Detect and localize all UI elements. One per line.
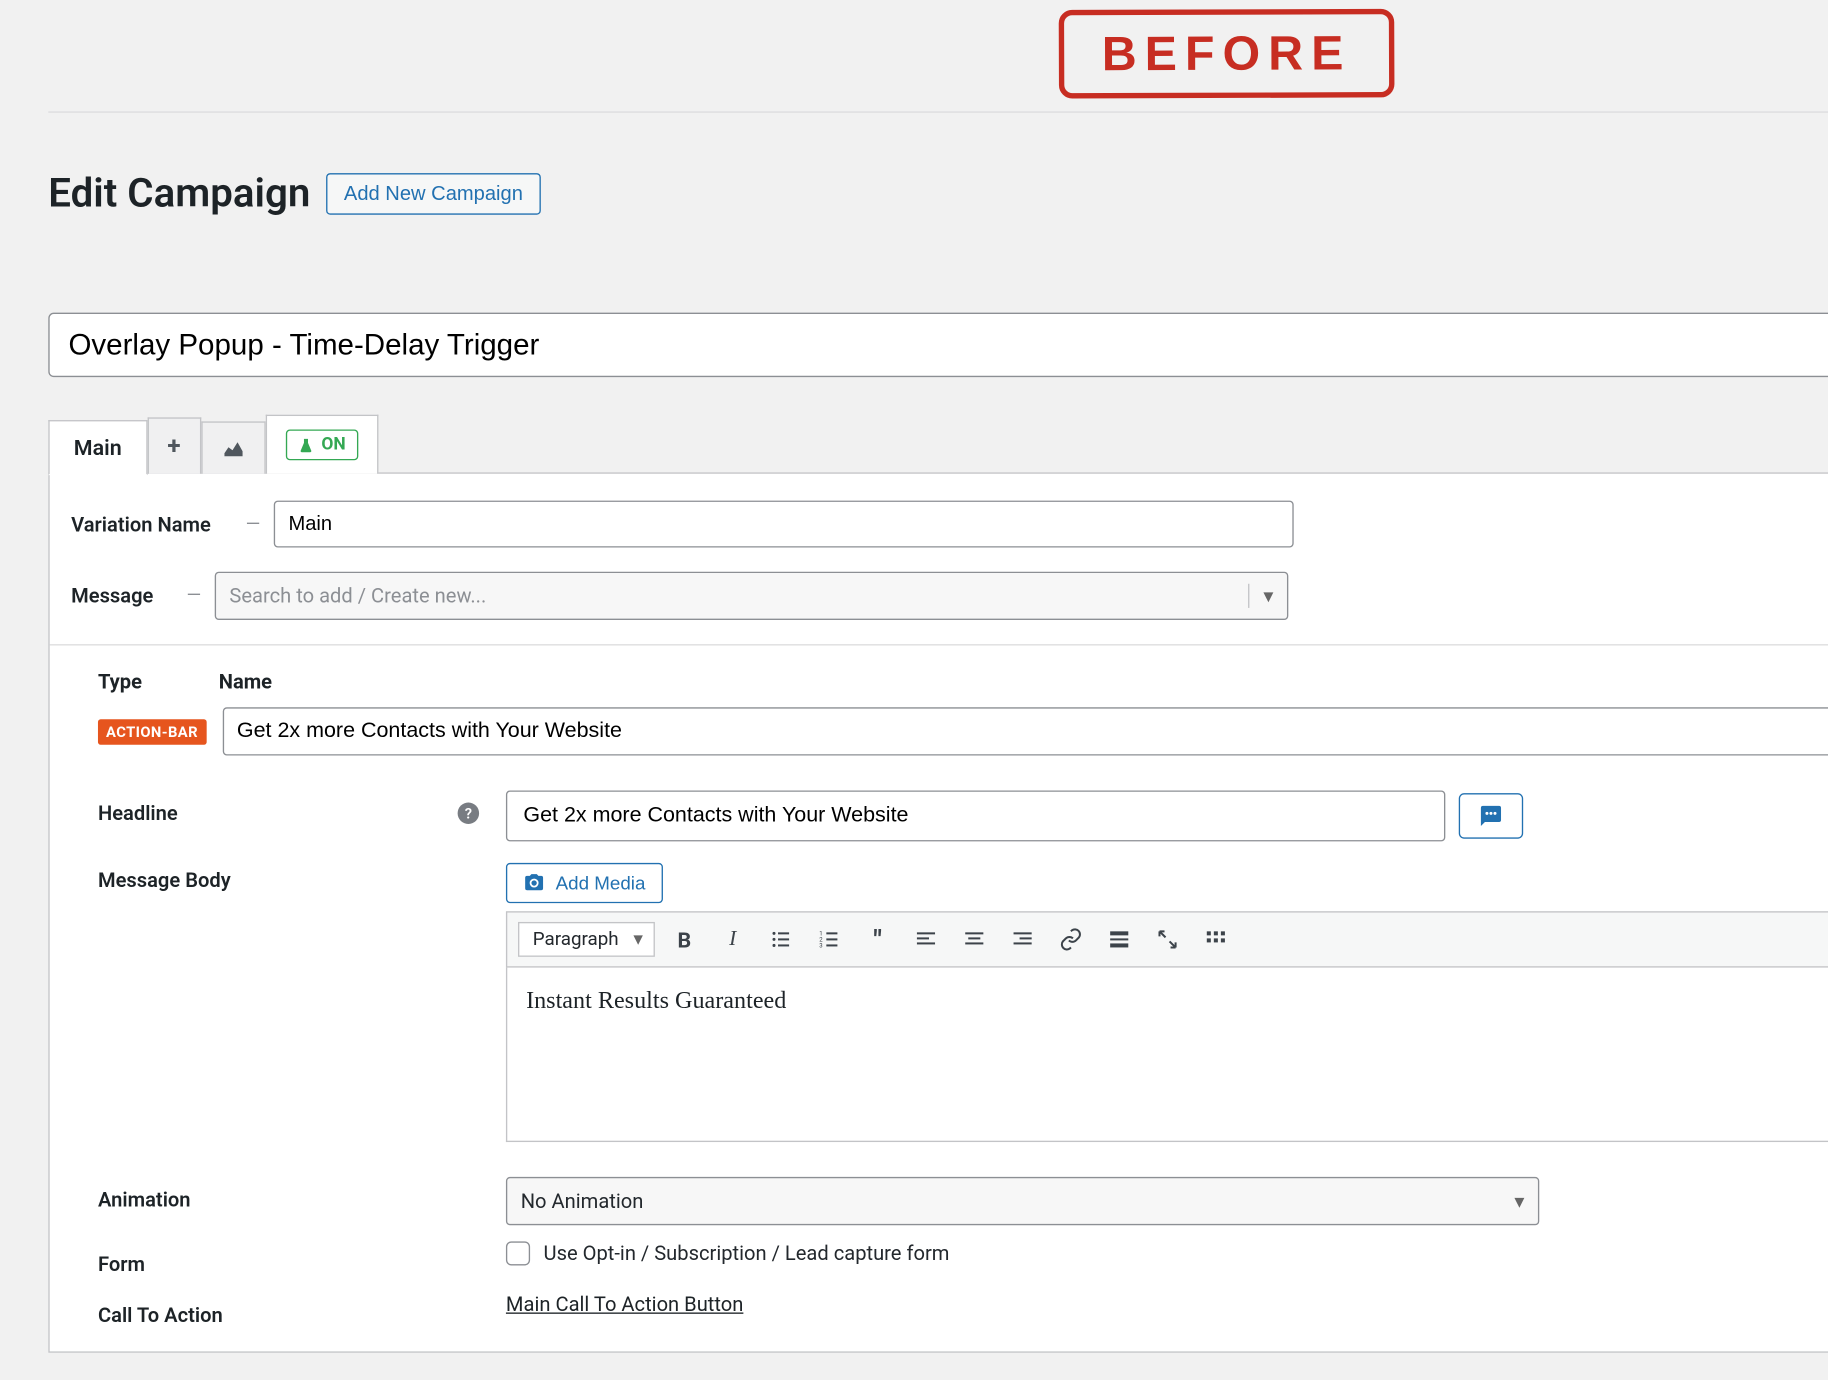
emoji-button[interactable] xyxy=(1459,793,1523,839)
fullscreen-icon[interactable] xyxy=(1149,921,1187,959)
help-icon[interactable]: ? xyxy=(458,803,479,824)
italic-icon[interactable]: I xyxy=(714,921,752,959)
type-badge: ACTION-BAR xyxy=(98,719,206,744)
kitchen-sink-icon[interactable] xyxy=(1197,921,1235,959)
campaign-title-input[interactable] xyxy=(48,313,1828,377)
message-label: Message xyxy=(71,584,173,608)
chat-icon xyxy=(1479,804,1503,828)
cta-label: Call To Action xyxy=(98,1303,223,1327)
tab-main[interactable]: Main xyxy=(48,420,147,475)
message-body-label: Message Body xyxy=(98,868,231,892)
add-media-button[interactable]: Add Media xyxy=(506,863,663,903)
editor-toolbar: Paragraph B I 123 " xyxy=(506,911,1828,967)
stats-icon xyxy=(221,436,245,460)
message-placeholder: Search to add / Create new... xyxy=(229,584,486,608)
cta-link[interactable]: Main Call To Action Button xyxy=(506,1292,743,1316)
format-select[interactable]: Paragraph xyxy=(518,922,655,957)
headline-input[interactable] xyxy=(506,790,1445,841)
form-checkbox-label: Use Opt-in / Subscription / Lead capture… xyxy=(544,1241,950,1265)
quote-icon[interactable]: " xyxy=(859,921,897,959)
message-name-input[interactable] xyxy=(222,707,1828,755)
tab-add[interactable]: + xyxy=(147,417,200,473)
before-stamp: BEFORE xyxy=(1059,9,1395,99)
bullet-list-icon[interactable] xyxy=(762,921,800,959)
col-name-header: Name xyxy=(219,670,1828,694)
align-right-icon[interactable] xyxy=(1004,921,1042,959)
form-checkbox[interactable] xyxy=(506,1241,530,1265)
number-list-icon[interactable]: 123 xyxy=(811,921,849,959)
ab-toggle-label: ON xyxy=(321,435,345,455)
tab-stats[interactable] xyxy=(201,421,265,473)
readmore-icon[interactable] xyxy=(1100,921,1138,959)
editor-content[interactable]: Instant Results Guaranteed xyxy=(506,968,1828,1142)
chevron-down-icon: ▾ xyxy=(1514,1189,1524,1213)
add-media-label: Add Media xyxy=(556,872,646,893)
svg-text:3: 3 xyxy=(819,942,822,949)
add-new-campaign-button[interactable]: Add New Campaign xyxy=(326,173,540,215)
chevron-down-icon: ▾ xyxy=(1249,584,1274,608)
animation-select[interactable]: No Animation ▾ xyxy=(506,1177,1539,1225)
form-label: Form xyxy=(98,1252,145,1276)
variation-name-input[interactable] xyxy=(274,501,1294,548)
media-icon xyxy=(523,872,544,893)
flask-icon xyxy=(297,437,313,453)
message-select[interactable]: Search to add / Create new... ▾ xyxy=(215,572,1289,620)
headline-label: Headline xyxy=(98,801,178,825)
col-type-header: Type xyxy=(98,670,219,694)
page-title: Edit Campaign xyxy=(48,170,310,217)
align-left-icon[interactable] xyxy=(907,921,945,959)
animation-value: No Animation xyxy=(521,1189,644,1213)
editor-text: Instant Results Guaranteed xyxy=(526,986,786,1013)
bold-icon[interactable]: B xyxy=(666,921,704,959)
tab-ab-test[interactable]: ON xyxy=(265,415,378,474)
variation-name-label: Variation Name xyxy=(71,512,232,536)
plus-icon: + xyxy=(167,432,180,460)
align-center-icon[interactable] xyxy=(955,921,993,959)
link-icon[interactable] xyxy=(1052,921,1090,959)
